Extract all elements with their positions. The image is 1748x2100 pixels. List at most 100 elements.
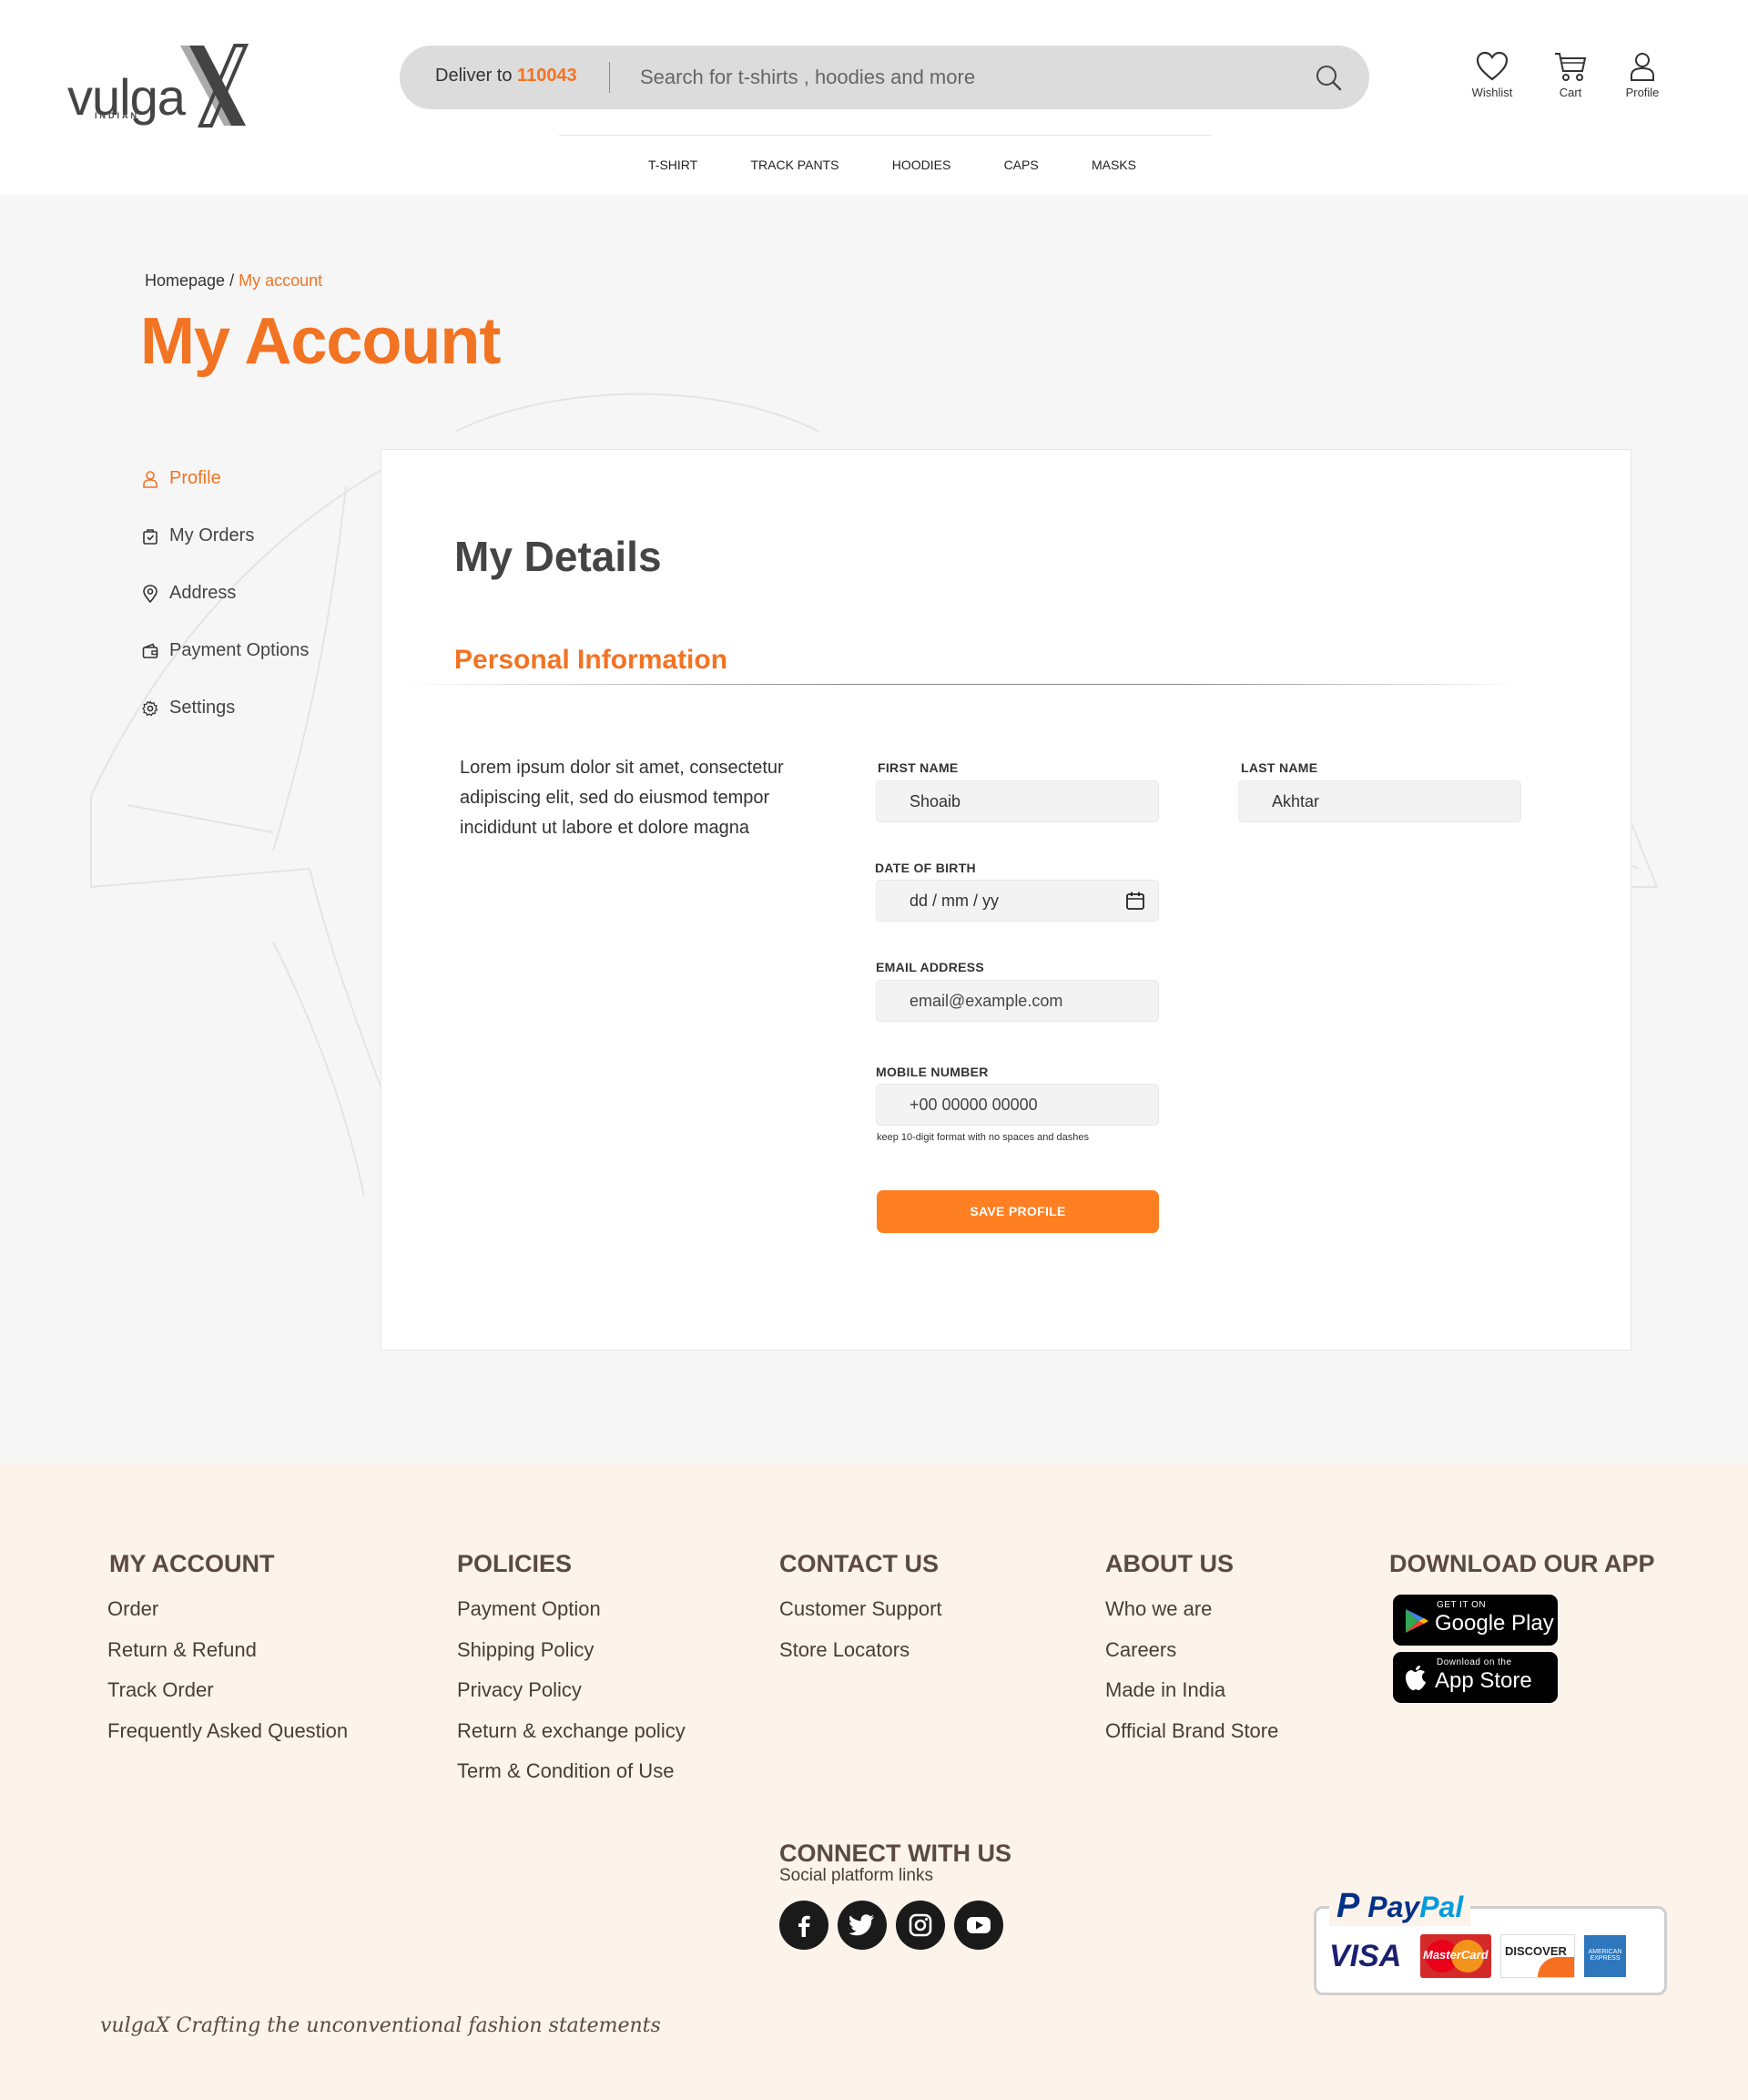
first-name-label: FIRST NAME (878, 760, 959, 775)
wishlist-button[interactable]: Wishlist (1460, 51, 1524, 99)
footer-heading: CONTACT US (779, 1550, 939, 1577)
app-store-big: App Store (1435, 1668, 1532, 1693)
sidebar-item-profile[interactable]: Profile (142, 450, 361, 507)
email-label: EMAIL ADDRESS (876, 960, 985, 974)
site-header: vulga INDIAN Deliver to 110043 Wishlist (0, 0, 1748, 195)
calendar-icon[interactable] (1125, 891, 1145, 911)
profile-label: Profile (1625, 86, 1660, 99)
account-main: Homepage / My account My Account Profile… (0, 195, 1748, 1463)
sidebar-item-address[interactable]: Address (142, 565, 361, 622)
footer-heading: DOWNLOAD OUR APP (1389, 1550, 1655, 1577)
footer-link-terms[interactable]: Term & Condition of Use (457, 1757, 686, 1798)
paypal-p-mark: P (1336, 1887, 1360, 1925)
deliver-to[interactable]: Deliver to 110043 (435, 66, 577, 87)
sidebar-item-label: My Orders (169, 525, 255, 545)
sidebar-item-settings[interactable]: Settings (142, 679, 361, 737)
logo-x-mark (180, 44, 249, 127)
gear-icon (142, 699, 158, 716)
cart-icon (1555, 53, 1587, 81)
instagram-icon[interactable] (896, 1901, 945, 1950)
user-icon (143, 470, 158, 488)
wishlist-label: Wishlist (1471, 86, 1513, 99)
connect-subheading: Social platform links (779, 1866, 933, 1885)
sidebar-item-label: Address (169, 583, 237, 603)
paypal-pal: Pal (1419, 1891, 1464, 1923)
footer-link-shipping-policy[interactable]: Shipping Policy (457, 1636, 686, 1677)
footer-link-official-store[interactable]: Official Brand Store (1105, 1717, 1278, 1758)
search-input[interactable] (640, 58, 1277, 97)
footer-link-privacy-policy[interactable]: Privacy Policy (457, 1676, 686, 1717)
profile-button[interactable]: Profile (1611, 51, 1674, 99)
site-footer: MY ACCOUNT Order Return & Refund Track O… (0, 1463, 1748, 2100)
mobile-label: MOBILE NUMBER (876, 1065, 989, 1079)
footer-heading: MY ACCOUNT (109, 1550, 275, 1577)
dob-label: DATE OF BIRTH (875, 861, 976, 875)
breadcrumb: Homepage / My account (145, 271, 322, 291)
footer-link-order[interactable]: Order (107, 1595, 348, 1636)
sidebar-item-label: Payment Options (169, 640, 310, 660)
nav-item-tshirt[interactable]: T-SHIRT (637, 158, 708, 172)
page-title: My Account (140, 305, 501, 378)
footer-link-careers[interactable]: Careers (1105, 1636, 1278, 1677)
google-play-big: Google Play (1435, 1611, 1554, 1636)
nav-item-track-pants[interactable]: TRACK PANTS (739, 158, 849, 172)
footer-link-payment-option[interactable]: Payment Option (457, 1595, 686, 1636)
footer-link-who-we-are[interactable]: Who we are (1105, 1595, 1278, 1636)
google-play-icon (1406, 1609, 1428, 1633)
footer-link-store-locators[interactable]: Store Locators (779, 1636, 942, 1677)
brand-logo[interactable]: vulga INDIAN (67, 44, 249, 131)
footer-col-app: DOWNLOAD OUR APP GET IT ON Google Play D… (1389, 1550, 1655, 1709)
nav-item-masks[interactable]: MASKS (1081, 158, 1147, 172)
footer-link-faq[interactable]: Frequently Asked Question (107, 1717, 348, 1758)
deliver-label: Deliver to (435, 66, 513, 86)
paypal-logo: P PayPal (1329, 1887, 1471, 1926)
footer-link-return-refund[interactable]: Return & Refund (107, 1636, 348, 1677)
facebook-icon[interactable] (779, 1901, 828, 1950)
user-icon (1631, 53, 1654, 81)
cart-button[interactable]: Cart (1539, 51, 1602, 99)
nav-item-hoodies[interactable]: HOODIES (881, 158, 962, 172)
twitter-icon[interactable] (838, 1901, 887, 1950)
breadcrumb-home[interactable]: Homepage (145, 271, 225, 290)
footer-link-return-exchange[interactable]: Return & exchange policy (457, 1717, 686, 1758)
footer-link-made-in-india[interactable]: Made in India (1105, 1676, 1278, 1717)
connect-heading: CONNECT WITH US (779, 1840, 1011, 1867)
last-name-field[interactable]: Akhtar (1238, 780, 1521, 822)
sidebar-item-payment-options[interactable]: Payment Options (142, 622, 361, 679)
youtube-icon[interactable] (954, 1901, 1003, 1950)
sidebar-item-label: Profile (169, 468, 221, 488)
footer-link-track-order[interactable]: Track Order (107, 1676, 348, 1717)
heart-icon (1476, 51, 1509, 81)
sidebar-item-my-orders[interactable]: My Orders (142, 507, 361, 565)
nav-divider (559, 135, 1211, 136)
dob-field[interactable]: dd / mm / yy (876, 880, 1159, 922)
paypal-pay: Pay (1367, 1891, 1420, 1923)
deliver-pincode: 110043 (517, 66, 577, 86)
footer-link-customer-support[interactable]: Customer Support (779, 1595, 942, 1636)
discover-text: DISCOVER (1505, 1944, 1567, 1958)
app-store-badge[interactable]: Download on the App Store (1393, 1652, 1558, 1703)
google-play-badge[interactable]: GET IT ON Google Play (1393, 1595, 1558, 1646)
footer-heading: POLICIES (457, 1550, 573, 1577)
details-card: My Details Personal Information Lorem ip… (381, 449, 1631, 1351)
bag-icon (143, 528, 158, 545)
connect-section: CONNECT WITH US Social platform links (779, 1840, 1011, 1950)
card-logos: VISA MasterCard DISCOVER AMERICAN EXPRES… (1329, 1934, 1626, 1978)
search-icon[interactable] (1314, 63, 1343, 92)
sidebar-item-label: Settings (169, 698, 236, 718)
last-name-label: LAST NAME (1241, 760, 1318, 775)
logo-subtitle: INDIAN (95, 111, 139, 120)
email-field[interactable]: email@example.com (876, 980, 1159, 1022)
dob-placeholder: dd / mm / yy (910, 892, 1000, 910)
social-links (779, 1901, 1011, 1950)
details-title: My Details (454, 533, 662, 580)
location-pin-icon (143, 584, 158, 603)
footer-col-contact: CONTACT US Customer Support Store Locato… (779, 1550, 942, 1676)
first-name-field[interactable]: Shoaib (876, 780, 1159, 822)
mobile-field[interactable]: +00 00000 00000 (876, 1084, 1159, 1126)
save-profile-button[interactable]: SAVE PROFILE (877, 1190, 1159, 1233)
nav-item-caps[interactable]: CAPS (993, 158, 1050, 172)
mastercard-text: MasterCard (1423, 1948, 1489, 1962)
category-nav: T-SHIRT TRACK PANTS HOODIES CAPS MASKS (637, 158, 1147, 172)
search-bar: Deliver to 110043 (400, 46, 1369, 109)
